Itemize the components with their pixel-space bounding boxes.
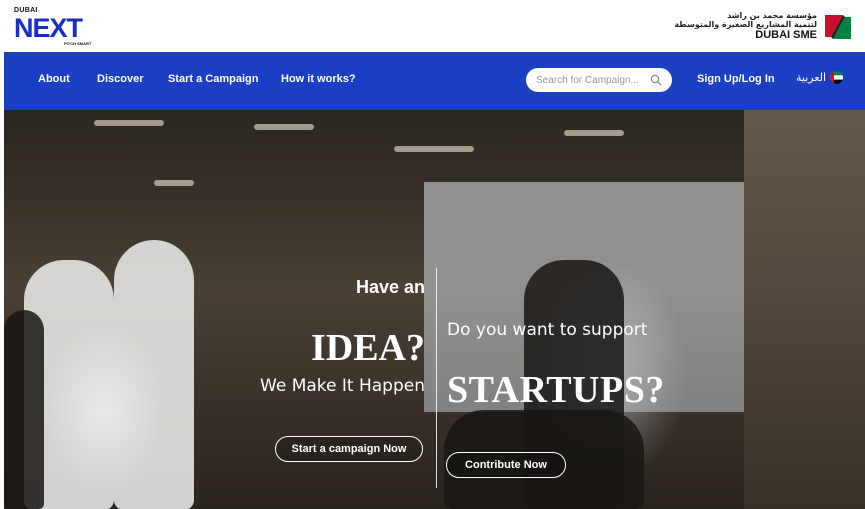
search-input[interactable] xyxy=(536,72,646,88)
logo-tagline: PITCH SMART xyxy=(64,41,92,46)
dubai-sme-logo[interactable]: مؤسسة محمد بن راشد لتنمية المشاريع الصغي… xyxy=(674,8,853,44)
hero-left-kicker: Have an xyxy=(355,277,425,297)
dubai-next-logo[interactable]: DUBAI NEXT PITCH SMART xyxy=(14,7,104,49)
hero-left-headline: IDEA? xyxy=(310,327,425,369)
hero-banner: Have an IDEA? We Make It Happen Start a … xyxy=(4,110,865,509)
nav-start-campaign[interactable]: Start a Campaign xyxy=(168,73,258,85)
sme-emblem-icon xyxy=(823,11,853,41)
hero-left-subheadline: We Make It Happen xyxy=(260,376,425,396)
top-header: DUBAI NEXT PITCH SMART مؤسسة محمد بن راش… xyxy=(0,0,865,52)
sme-english-name: DUBAI SME xyxy=(755,28,817,41)
start-campaign-button[interactable]: Start a campaign Now xyxy=(275,436,423,462)
sme-arabic-line1: مؤسسة محمد بن راشد xyxy=(727,10,817,20)
signup-login-link[interactable]: Sign Up/Log In xyxy=(697,73,775,85)
sme-arabic-line2: لتنمية المشاريع الصغيرة والمتوسطة xyxy=(674,19,817,29)
language-switcher[interactable]: العربية xyxy=(796,71,844,84)
uae-flag-icon xyxy=(830,71,844,84)
nav-how-it-works[interactable]: How it works? xyxy=(281,73,356,85)
search-icon[interactable] xyxy=(650,74,662,86)
search-box xyxy=(526,68,672,92)
hero-right-kicker: Do you want to support xyxy=(447,320,648,340)
logo-next-text: NEXT xyxy=(14,13,83,43)
hero-right-headline: STARTUPS? xyxy=(447,369,665,411)
main-navigation: About Discover Start a Campaign How it w… xyxy=(4,52,865,110)
language-label: العربية xyxy=(796,72,827,84)
contribute-now-button[interactable]: Contribute Now xyxy=(446,452,566,478)
nav-about[interactable]: About xyxy=(38,73,70,85)
sme-logo-text: مؤسسة محمد بن راشد لتنمية المشاريع الصغي… xyxy=(674,11,817,42)
hero-divider xyxy=(436,268,437,488)
nav-discover[interactable]: Discover xyxy=(97,73,143,85)
